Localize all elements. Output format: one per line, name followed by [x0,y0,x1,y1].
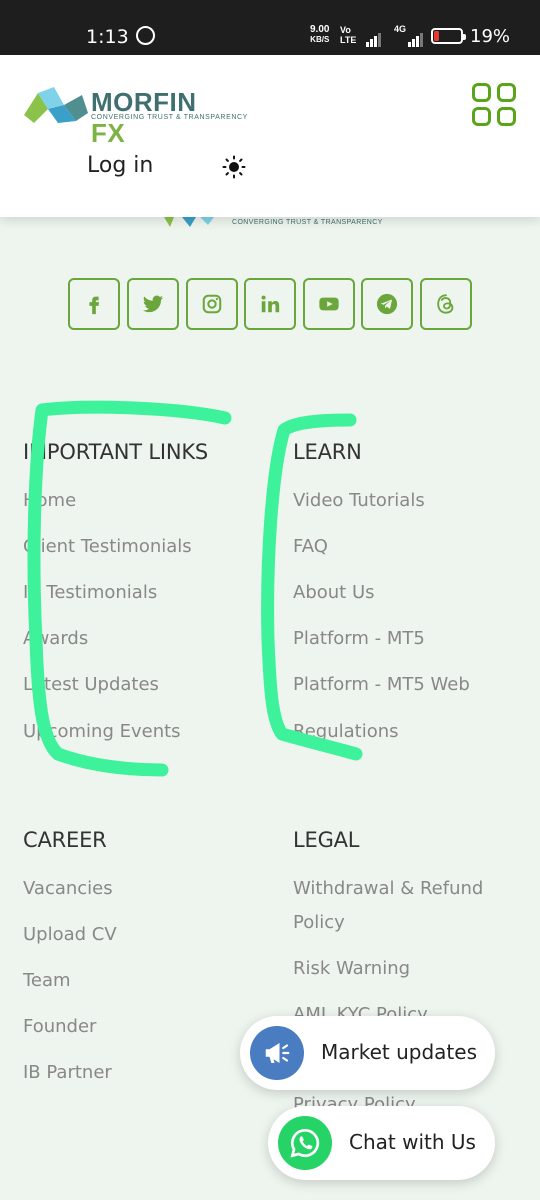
site-header: MORFIN FX CONVERGING TRUST & TRANSPARENC… [0,55,540,217]
career-heading: CAREER [23,828,107,852]
market-updates-label: Market updates [321,1040,477,1064]
brand-tagline: CONVERGING TRUST & TRANSPARENCY [91,114,248,121]
link-awards[interactable]: Awards [23,628,88,649]
link-regulations[interactable]: Regulations [293,721,399,742]
link-founder[interactable]: Founder [23,1016,96,1037]
brand-logo[interactable]: MORFIN FX CONVERGING TRUST & TRANSPARENC… [24,85,247,148]
instagram-icon[interactable] [186,278,238,330]
link-withdrawal-refund-cont[interactable]: Policy [293,912,345,933]
status-bar: 1:13 9.00 KB/S Vo LTE 4G 19% [0,0,540,55]
battery-icon [431,28,466,44]
link-team[interactable]: Team [23,970,71,991]
twitter-icon[interactable] [127,278,179,330]
market-updates-button[interactable]: Market updates [240,1016,495,1090]
whatsapp-icon [278,1116,332,1170]
link-upload-cv[interactable]: Upload CV [23,924,117,945]
signal-icon-2 [408,29,424,47]
sun-icon[interactable] [222,155,246,179]
link-risk-warning[interactable]: Risk Warning [293,958,410,979]
link-latest-updates[interactable]: Latest Updates [23,674,159,695]
legal-heading: LEGAL [293,828,360,852]
volte-indicator: Vo LTE [340,25,357,45]
link-client-testimonials[interactable]: Client Testimonials [23,536,192,557]
link-upcoming-events[interactable]: Upcoming Events [23,721,181,742]
important-links-heading: IMPORTANT LINKS [23,440,209,464]
whatsapp-notification-icon [136,26,155,45]
clock: 1:13 [86,26,129,48]
telegram-icon[interactable] [361,278,413,330]
link-ib-testimonials[interactable]: IB Testimonials [23,582,157,603]
logo-mark-icon [24,87,88,123]
menu-grid-button[interactable] [472,83,518,127]
link-home[interactable]: Home [23,490,76,511]
facebook-icon[interactable] [68,278,120,330]
threads-icon[interactable] [420,278,472,330]
chat-with-us-button[interactable]: Chat with Us [268,1106,495,1180]
link-faq[interactable]: FAQ [293,536,328,557]
footer-tagline: CONVERGING TRUST & TRANSPARENCY [232,219,383,226]
learn-heading: LEARN [293,440,362,464]
signal-icon [366,29,382,47]
menu-grid-icon [472,83,491,102]
chat-label: Chat with Us [349,1130,476,1154]
link-about-us[interactable]: About Us [293,582,375,603]
network-type: 4G [394,24,407,34]
link-platform-mt5-web[interactable]: Platform - MT5 Web [293,674,470,695]
login-link[interactable]: Log in [87,153,153,178]
linkedin-icon[interactable] [244,278,296,330]
battery-percent: 19% [470,26,511,47]
link-vacancies[interactable]: Vacancies [23,878,113,899]
link-video-tutorials[interactable]: Video Tutorials [293,490,425,511]
megaphone-icon [250,1026,304,1080]
net-speed: 9.00 KB/S [310,24,330,45]
link-platform-mt5[interactable]: Platform - MT5 [293,628,425,649]
link-ib-partner[interactable]: IB Partner [23,1062,112,1083]
link-withdrawal-refund[interactable]: Withdrawal & Refund [293,878,483,899]
youtube-icon[interactable] [303,278,355,330]
